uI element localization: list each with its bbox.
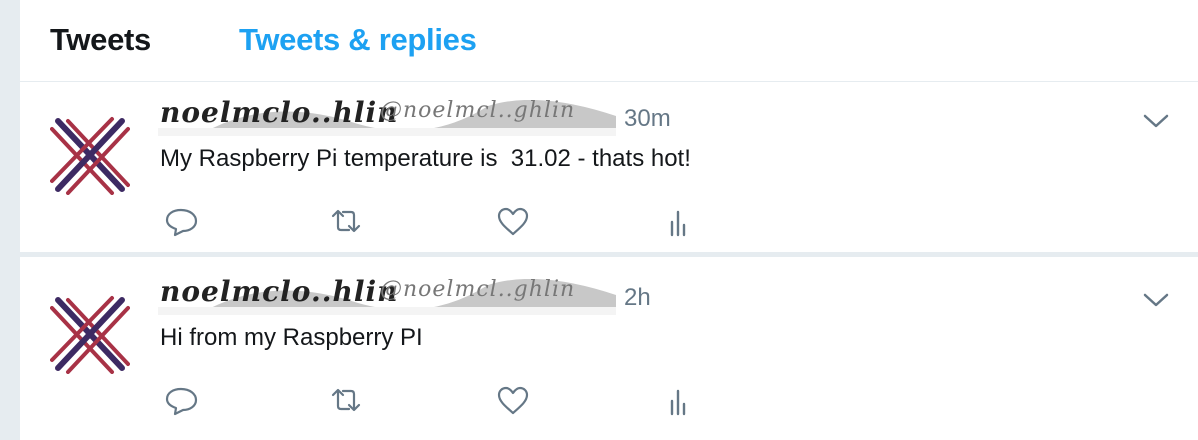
analytics-icon[interactable] <box>660 384 696 416</box>
author-name: noelmclo..hlin <box>160 100 399 129</box>
retweet-icon[interactable] <box>328 384 364 416</box>
avatar[interactable] <box>50 294 130 374</box>
timeline-tabs: Tweets Tweets & replies <box>20 0 1198 82</box>
tweet-timestamp[interactable]: 2h <box>624 284 651 312</box>
tweet-text: Hi from my Raspberry PI <box>160 324 423 351</box>
tab-tweets[interactable]: Tweets <box>50 22 151 58</box>
author-handle: @noelmcl..ghlin <box>380 100 576 123</box>
reply-icon[interactable] <box>163 205 199 237</box>
tab-tweets-and-replies[interactable]: Tweets & replies <box>239 22 477 58</box>
avatar[interactable] <box>50 115 130 195</box>
analytics-icon[interactable] <box>660 205 696 237</box>
like-icon[interactable] <box>495 205 531 237</box>
timeline-panel: Tweets Tweets & replies noelmclo..hlin @… <box>20 0 1198 440</box>
chevron-down-icon[interactable] <box>1142 111 1170 131</box>
like-icon[interactable] <box>495 384 531 416</box>
tweet-item[interactable]: noelmclo..hlin @noelmcl..ghlin 2h Hi fro… <box>20 262 1198 436</box>
author-name-image[interactable]: noelmclo..hlin @noelmcl..ghlin <box>158 100 616 136</box>
tweet-item[interactable]: noelmclo..hlin @noelmcl..ghlin 30m My Ra… <box>20 83 1198 257</box>
tweet-text: My Raspberry Pi temperature is 31.02 - t… <box>160 145 691 172</box>
reply-icon[interactable] <box>163 384 199 416</box>
tweet-timestamp[interactable]: 30m <box>624 105 671 133</box>
profile-timeline: Tweets Tweets & replies noelmclo..hlin @… <box>0 0 1198 440</box>
author-handle: @noelmcl..ghlin <box>380 279 576 302</box>
retweet-icon[interactable] <box>328 205 364 237</box>
chevron-down-icon[interactable] <box>1142 290 1170 310</box>
author-name-image[interactable]: noelmclo..hlin @noelmcl..ghlin <box>158 279 616 315</box>
author-name: noelmclo..hlin <box>160 279 399 308</box>
